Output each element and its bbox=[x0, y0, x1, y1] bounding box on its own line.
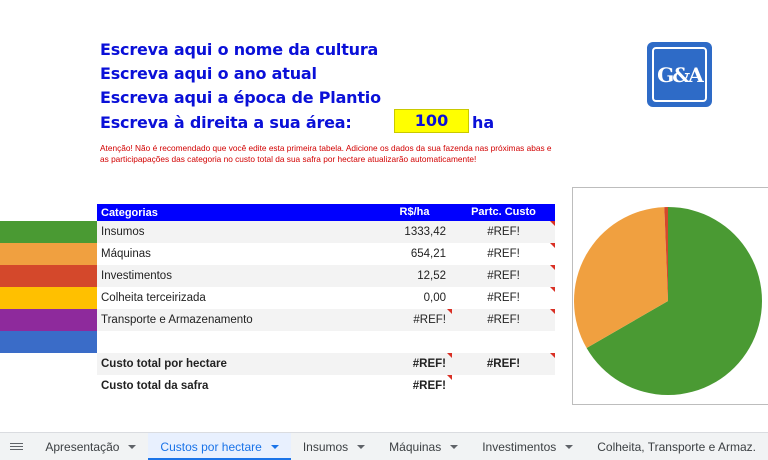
error-flag-icon bbox=[550, 309, 555, 314]
share-cell[interactable]: #REF! bbox=[452, 287, 555, 309]
area-label: Escreva à direita a sua área: bbox=[100, 113, 352, 132]
table-row[interactable]: Insumos 1333,42 #REF! bbox=[97, 221, 555, 243]
tab-custos-por-hectare[interactable]: Custos por hectare bbox=[148, 432, 291, 460]
table-header: Categorias R$/ha Partc. Custo bbox=[97, 204, 555, 221]
share-value: #REF! bbox=[487, 226, 520, 238]
table-row[interactable]: Colheita terceirizada 0,00 #REF! bbox=[97, 287, 555, 309]
total-hectare-row[interactable]: Custo total por hectare #REF! #REF! bbox=[97, 353, 555, 375]
logo-text: G&A bbox=[652, 47, 707, 102]
share-cell[interactable]: #REF! bbox=[452, 309, 555, 331]
area-input[interactable]: 100 bbox=[394, 109, 469, 133]
tab-maquinas[interactable]: Máquinas bbox=[377, 433, 470, 460]
share-value: #REF! bbox=[487, 292, 520, 304]
total-hectare-label[interactable]: Custo total por hectare bbox=[97, 358, 377, 370]
category-cell[interactable]: Insumos bbox=[97, 226, 377, 238]
planting-season-heading[interactable]: Escreva aqui a época de Plantio bbox=[100, 88, 381, 107]
category-color-swatches bbox=[0, 221, 97, 353]
share-value: #REF! bbox=[487, 270, 520, 282]
error-flag-icon bbox=[550, 243, 555, 248]
all-sheets-menu-icon[interactable] bbox=[0, 433, 33, 460]
warning-text: Atenção! Não é recomendado que você edit… bbox=[100, 143, 552, 164]
error-flag-icon bbox=[550, 221, 555, 226]
current-year-heading[interactable]: Escreva aqui o ano atual bbox=[100, 64, 317, 83]
share-value: #REF! bbox=[486, 358, 521, 370]
chevron-down-icon[interactable] bbox=[450, 444, 459, 449]
pie-chart-svg bbox=[574, 207, 762, 395]
tab-investimentos[interactable]: Investimentos bbox=[470, 433, 585, 460]
empty-cell[interactable] bbox=[452, 375, 555, 397]
value-cell[interactable]: #REF! bbox=[377, 309, 452, 331]
share-cell[interactable]: #REF! bbox=[452, 243, 555, 265]
total-safra-label[interactable]: Custo total da safra bbox=[97, 380, 377, 392]
total-hectare-value[interactable]: #REF! bbox=[377, 353, 452, 375]
value-cell[interactable]: 12,52 bbox=[377, 265, 452, 287]
tab-label: Custos por hectare bbox=[160, 439, 262, 454]
tab-colheita-transporte[interactable]: Colheita, Transporte e Armaz. bbox=[585, 433, 768, 460]
swatch bbox=[0, 287, 97, 309]
share-cell[interactable]: #REF! bbox=[452, 221, 555, 243]
chevron-down-icon[interactable] bbox=[270, 444, 279, 449]
value-text: #REF! bbox=[413, 314, 446, 326]
swatch bbox=[0, 243, 97, 265]
total-hectare-share[interactable]: #REF! bbox=[452, 353, 555, 375]
category-cell[interactable]: Transporte e Armazenamento bbox=[97, 314, 377, 326]
table-row[interactable]: Transporte e Armazenamento #REF! #REF! bbox=[97, 309, 555, 331]
chevron-down-icon[interactable] bbox=[357, 444, 366, 449]
swatch bbox=[0, 331, 97, 353]
tab-label: Apresentação bbox=[45, 439, 120, 454]
tab-label: Colheita, Transporte e Armaz. bbox=[597, 439, 756, 454]
swatch bbox=[0, 221, 97, 243]
table-row[interactable]: Máquinas 654,21 #REF! bbox=[97, 243, 555, 265]
value-cell[interactable]: 654,21 bbox=[377, 243, 452, 265]
cost-table: Categorias R$/ha Partc. Custo Insumos 13… bbox=[97, 204, 555, 397]
tab-label: Insumos bbox=[302, 439, 349, 454]
sheet-tab-bar: Apresentação Custos por hectare Insumos … bbox=[0, 432, 768, 460]
header-share[interactable]: Partc. Custo bbox=[452, 204, 555, 221]
category-cell[interactable]: Investimentos bbox=[97, 270, 377, 282]
tab-apresentacao[interactable]: Apresentação bbox=[33, 433, 148, 460]
total-safra-row[interactable]: Custo total da safra #REF! bbox=[97, 375, 555, 397]
value-text: #REF! bbox=[412, 380, 446, 392]
error-flag-icon bbox=[550, 265, 555, 270]
value-cell[interactable] bbox=[377, 331, 452, 353]
value-text: #REF! bbox=[412, 358, 446, 370]
error-flag-icon bbox=[550, 287, 555, 292]
share-value: #REF! bbox=[487, 314, 520, 326]
total-safra-value[interactable]: #REF! bbox=[377, 375, 452, 397]
share-cell[interactable] bbox=[452, 331, 555, 353]
area-unit: ha bbox=[472, 113, 495, 132]
swatch bbox=[0, 265, 97, 287]
tab-label: Investimentos bbox=[482, 439, 557, 454]
table-row[interactable]: Investimentos 12,52 #REF! bbox=[97, 265, 555, 287]
swatch bbox=[0, 309, 97, 331]
company-logo: G&A bbox=[647, 42, 712, 107]
cost-pie-chart[interactable] bbox=[572, 187, 768, 405]
chevron-down-icon[interactable] bbox=[565, 444, 574, 449]
table-row[interactable] bbox=[97, 331, 555, 353]
error-flag-icon bbox=[550, 353, 555, 358]
value-cell[interactable]: 0,00 bbox=[377, 287, 452, 309]
category-cell[interactable]: Colheita terceirizada bbox=[97, 292, 377, 304]
crop-name-heading[interactable]: Escreva aqui o nome da cultura bbox=[100, 40, 378, 59]
tab-label: Máquinas bbox=[389, 439, 442, 454]
share-value: #REF! bbox=[487, 248, 520, 260]
header-category[interactable]: Categorias bbox=[97, 207, 377, 219]
category-cell[interactable]: Máquinas bbox=[97, 248, 377, 260]
value-cell[interactable]: 1333,42 bbox=[377, 221, 452, 243]
share-cell[interactable]: #REF! bbox=[452, 265, 555, 287]
chevron-down-icon[interactable] bbox=[128, 444, 137, 449]
tab-insumos[interactable]: Insumos bbox=[291, 433, 377, 460]
header-value[interactable]: R$/ha bbox=[377, 204, 452, 221]
